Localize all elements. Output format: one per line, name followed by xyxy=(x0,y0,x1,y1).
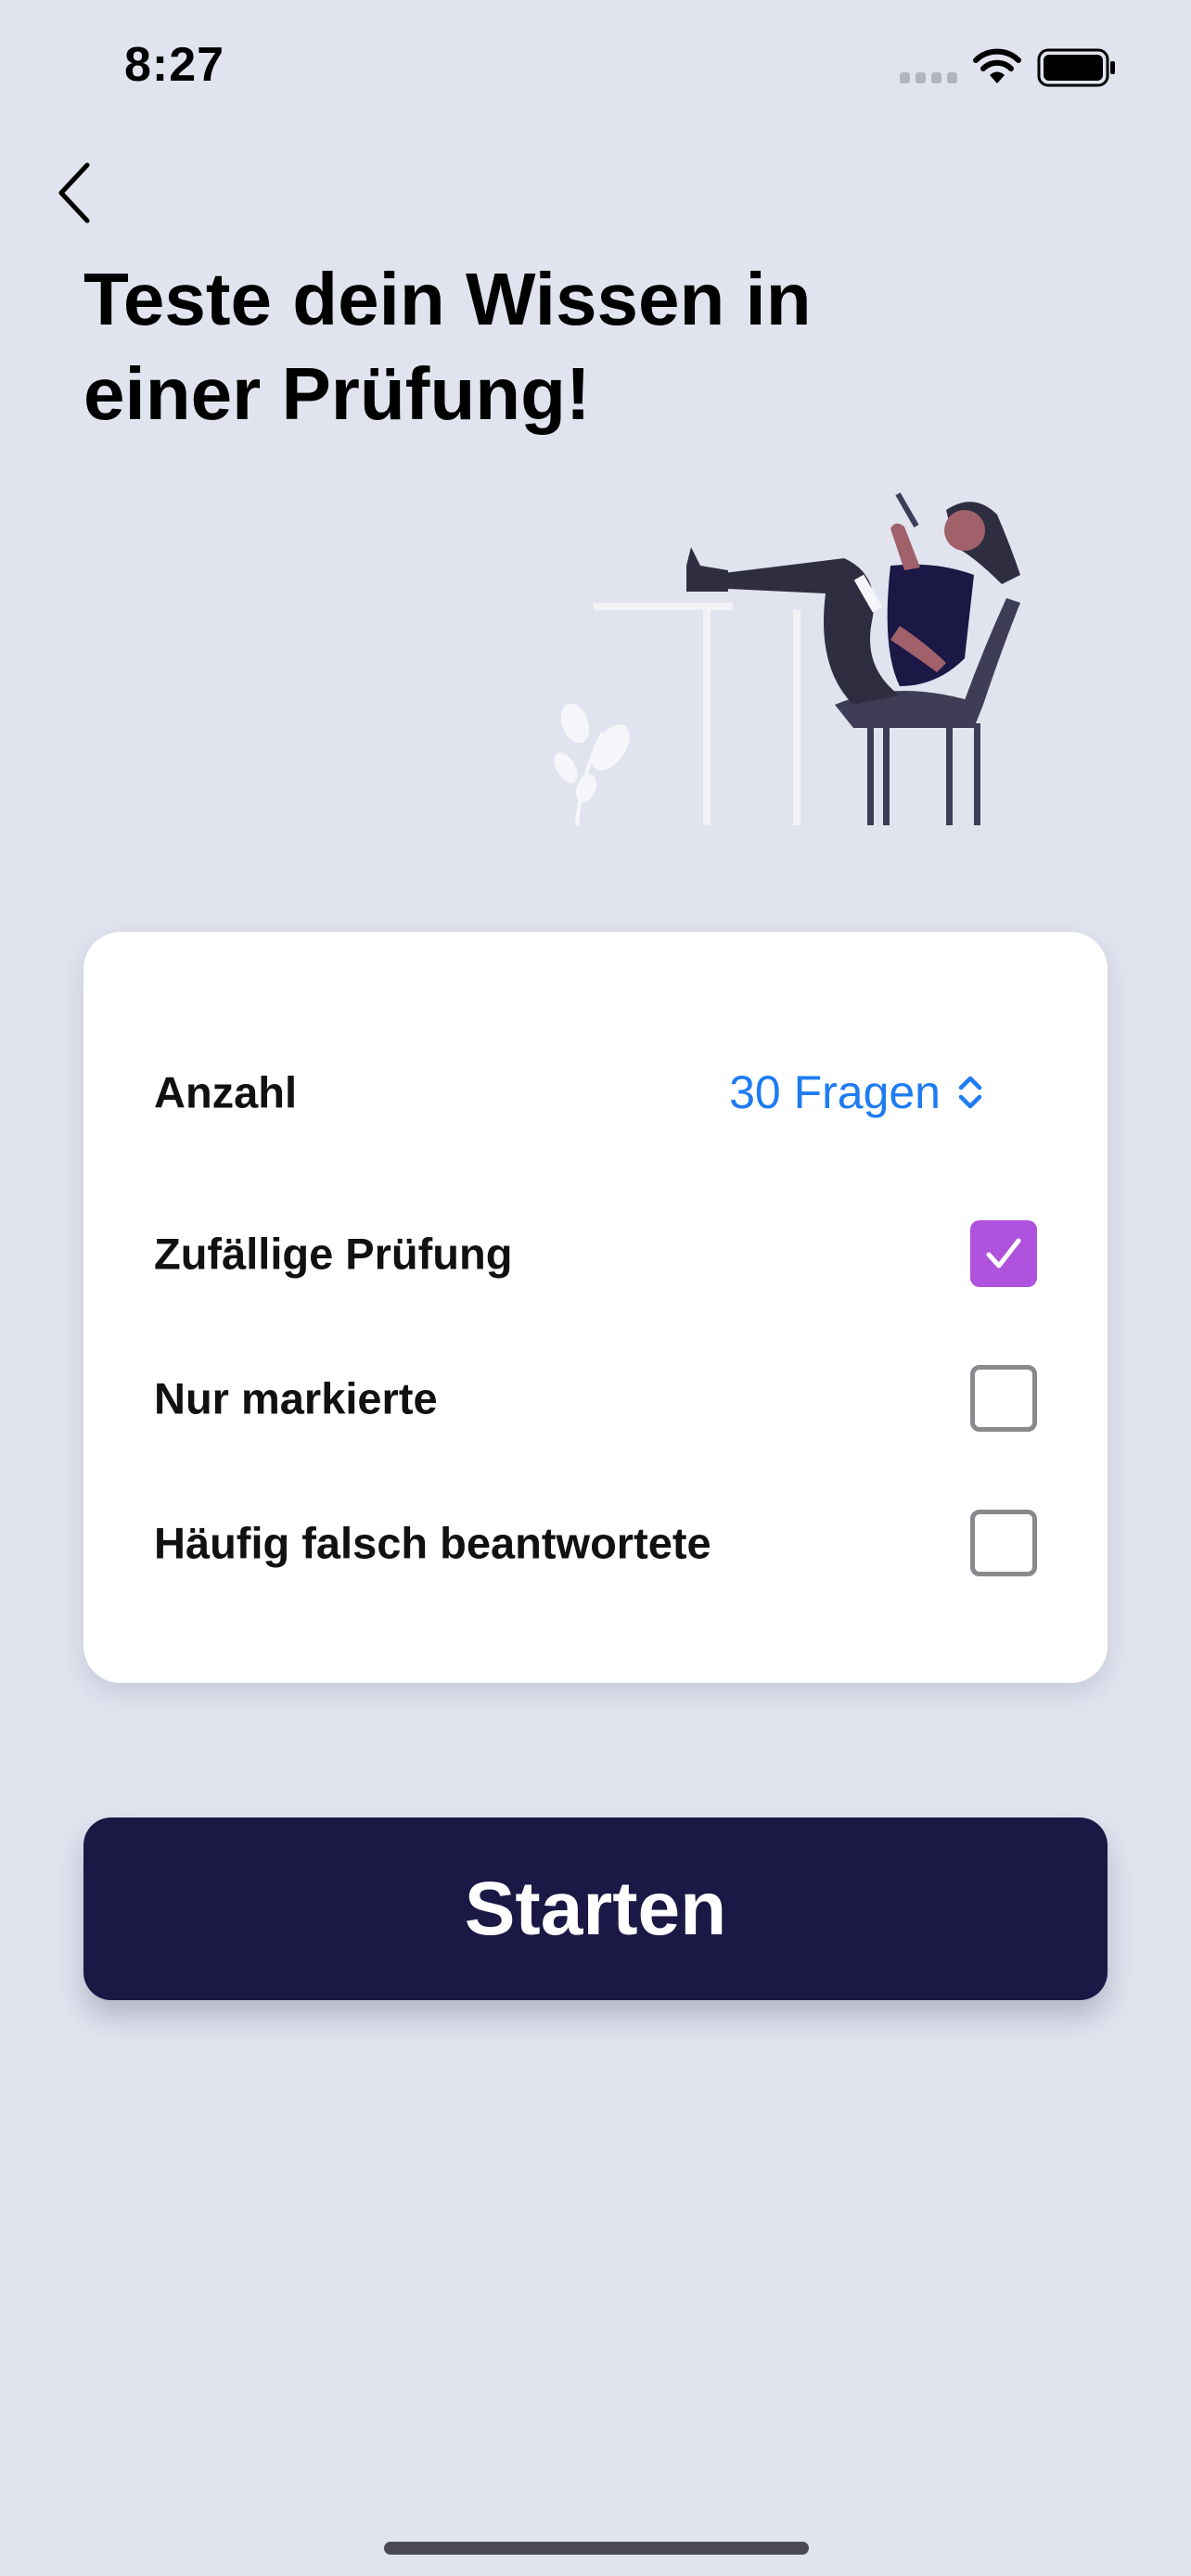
marked-only-label: Nur markierte xyxy=(154,1373,438,1423)
chevron-left-icon xyxy=(58,162,90,223)
question-count-picker[interactable]: 30 Fragen xyxy=(729,1065,985,1119)
question-count-value: 30 Fragen xyxy=(729,1066,941,1118)
page-title: Teste dein Wissen in einer Prüfung! xyxy=(83,258,812,435)
back-button[interactable] xyxy=(48,158,104,228)
status-bar: 8:27 xyxy=(0,0,1191,130)
cellular-signal-icon xyxy=(900,72,957,83)
frequently-wrong-label: Häufig falsch beantwortete xyxy=(154,1518,711,1568)
random-exam-row: Zufällige Prüfung xyxy=(154,1212,1037,1295)
chevron-up-down-icon xyxy=(958,1076,982,1109)
frequently-wrong-row: Häufig falsch beantwortete xyxy=(154,1501,1037,1585)
random-exam-checkbox[interactable] xyxy=(970,1220,1037,1287)
random-exam-label: Zufällige Prüfung xyxy=(154,1229,513,1279)
status-time: 8:27 xyxy=(124,38,225,92)
frequently-wrong-checkbox[interactable] xyxy=(970,1510,1037,1576)
battery-icon xyxy=(1037,48,1115,87)
exam-settings-card: Anzahl 30 Fragen Zufällige Prüfung Nur m… xyxy=(83,932,1108,1683)
marked-only-checkbox[interactable] xyxy=(970,1365,1037,1432)
question-count-label: Anzahl xyxy=(154,1067,298,1117)
home-indicator xyxy=(384,2542,809,2555)
wifi-icon xyxy=(973,48,1021,83)
question-count-row: Anzahl 30 Fragen xyxy=(154,1051,1037,1134)
woman-relaxing-on-chair-illustration xyxy=(554,492,1020,825)
checkmark-icon xyxy=(986,1238,1021,1269)
start-button[interactable]: Starten xyxy=(83,1817,1108,2000)
marked-only-row: Nur markierte xyxy=(154,1357,1037,1440)
